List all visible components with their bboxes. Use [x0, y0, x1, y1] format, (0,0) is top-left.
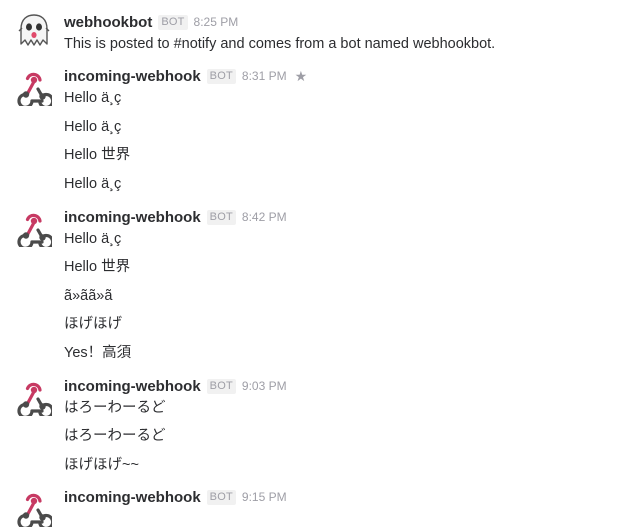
- timestamp[interactable]: 8:31 PM: [242, 69, 287, 83]
- message-group: incoming-webhook BOT 9:03 PM はろーわーるど はろー…: [0, 376, 624, 480]
- webhook-icon: [17, 493, 52, 527]
- timestamp[interactable]: 9:03 PM: [242, 379, 287, 393]
- timestamp[interactable]: 9:15 PM: [242, 490, 287, 504]
- message-header: webhookbot BOT 8:25 PM: [64, 12, 238, 32]
- message-text: Hello 世界: [64, 259, 131, 275]
- message-group: incoming-webhook BOT 8:31 PM ★ Hello ä¸ç…: [0, 66, 624, 200]
- bot-badge: BOT: [206, 378, 236, 394]
- message-text: Hello ä¸ç: [64, 176, 122, 192]
- message-text: ã»ãã»ã: [64, 288, 113, 304]
- webhook-icon: [17, 213, 52, 247]
- timestamp[interactable]: 8:42 PM: [242, 210, 287, 224]
- message-text: Yes！高須: [64, 345, 132, 361]
- message-header: incoming-webhook BOT 8:31 PM ★: [64, 66, 307, 86]
- avatar[interactable]: [16, 211, 52, 247]
- sender-name[interactable]: incoming-webhook: [64, 378, 201, 395]
- avatar[interactable]: [16, 380, 52, 416]
- avatar[interactable]: [16, 491, 52, 527]
- message-text: Hello ä¸ç: [64, 231, 122, 247]
- message-header: incoming-webhook BOT 9:15 PM: [64, 487, 287, 507]
- bot-badge: BOT: [206, 68, 236, 84]
- message-text: Hello ä¸ç: [64, 119, 122, 135]
- message-group: incoming-webhook BOT 9:15 PM: [0, 487, 624, 527]
- message-text: ほげほげ~~: [64, 457, 139, 473]
- timestamp[interactable]: 8:25 PM: [194, 15, 239, 29]
- webhook-icon: [17, 72, 52, 106]
- message-text: Hello 世界: [64, 147, 131, 163]
- message-text: ほげほげ: [64, 316, 122, 332]
- message-text: はろーわーるど: [64, 400, 166, 416]
- bot-badge: BOT: [158, 14, 188, 30]
- message-text: This is posted to #notify and comes from…: [64, 36, 496, 52]
- sender-name[interactable]: incoming-webhook: [64, 68, 201, 85]
- message-group: webhookbot BOT 8:25 PM This is posted to…: [0, 0, 624, 62]
- message-header: incoming-webhook BOT 9:03 PM: [64, 376, 287, 396]
- bot-badge: BOT: [206, 489, 236, 505]
- ghost-icon: [18, 14, 50, 46]
- message-text: はろーわーるど: [64, 428, 166, 444]
- webhook-icon: [17, 382, 52, 416]
- sender-name[interactable]: webhookbot: [64, 14, 152, 31]
- bot-badge: BOT: [206, 209, 236, 225]
- sender-name[interactable]: incoming-webhook: [64, 489, 201, 506]
- avatar[interactable]: [16, 70, 52, 106]
- star-icon[interactable]: ★: [295, 68, 308, 85]
- avatar[interactable]: [16, 13, 52, 49]
- message-group: incoming-webhook BOT 8:42 PM Hello ä¸ç H…: [0, 207, 624, 367]
- message-text: Hello ä¸ç: [64, 90, 122, 106]
- sender-name[interactable]: incoming-webhook: [64, 209, 201, 226]
- message-header: incoming-webhook BOT 8:42 PM: [64, 207, 287, 227]
